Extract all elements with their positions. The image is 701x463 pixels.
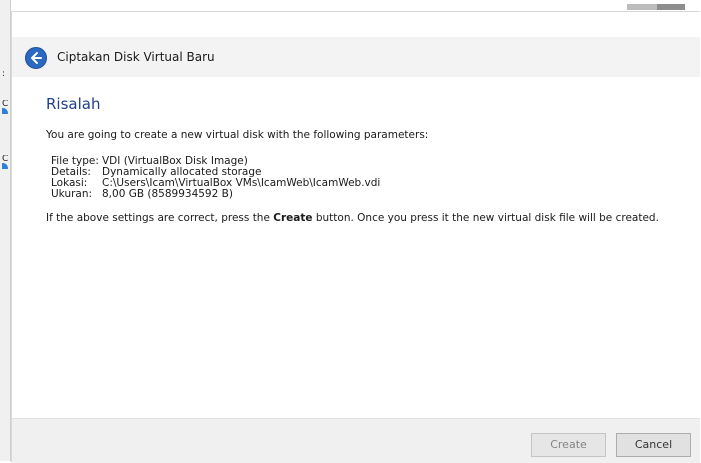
create-button[interactable]: Create [531, 433, 606, 457]
confirmation-note: If the above settings are correct, press… [46, 211, 686, 225]
background-scrollbar [627, 4, 685, 10]
background-app-icon: C: [2, 155, 9, 169]
wizard-header: Ciptakan Disk Virtual Baru [12, 37, 700, 77]
background-app-icon: C: [2, 100, 9, 114]
dialog-title: Ciptakan Disk Virtual Baru [57, 50, 215, 64]
note-create-emphasis: Create [273, 212, 313, 224]
param-row-size: Ukuran: 8,00 GB (8589934592 B) [51, 189, 686, 200]
back-arrow-icon [31, 52, 42, 64]
page-heading: Risalah [46, 95, 101, 113]
cancel-button[interactable]: Cancel [616, 433, 691, 457]
param-key: Ukuran: [51, 188, 93, 200]
background-app-icon: : [2, 70, 6, 79]
back-button[interactable] [25, 47, 47, 69]
background-window-edge: : C: C: [0, 0, 11, 461]
dialog-footer: Create Cancel [12, 418, 700, 463]
summary-page: Risalah You are going to create a new vi… [46, 94, 686, 225]
parameter-list: File type: VDI (VirtualBox Disk Image) D… [51, 156, 686, 200]
note-text: If the above settings are correct, press… [46, 212, 274, 224]
note-text: button. Once you press it the new virtua… [312, 212, 659, 224]
param-value: 8,00 GB (8589934592 B) [102, 188, 233, 200]
background-window-top [0, 0, 701, 10]
intro-text: You are going to create a new virtual di… [46, 129, 429, 141]
create-virtual-disk-dialog: Ciptakan Disk Virtual Baru Risalah You a… [11, 11, 700, 463]
